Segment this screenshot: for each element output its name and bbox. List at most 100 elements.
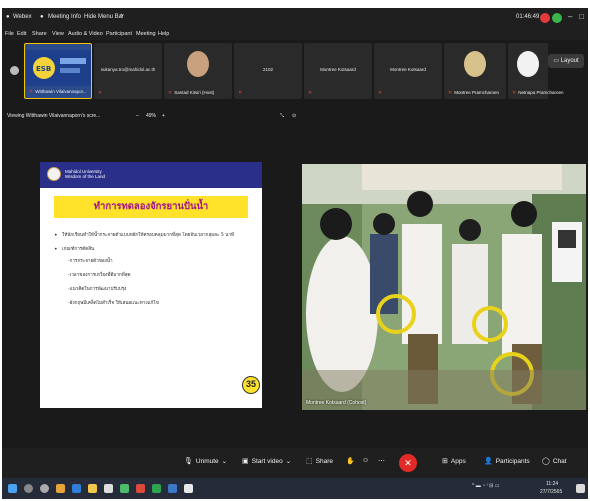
app-icon[interactable] [136,484,145,493]
participant-tile-montree-2[interactable]: Montree Kotsaard ✕ [374,43,442,99]
browser-icon[interactable] [56,484,65,493]
connection-status-icon[interactable] [552,13,562,23]
minimize-icon[interactable]: – [568,12,572,21]
mic-muted-icon: ✕ [238,90,243,96]
tray-icons[interactable]: ^ ▬ ◔ ⁾ ⊟ ▭ [472,483,499,489]
zoom-out-button[interactable]: – [136,113,139,119]
menu-file[interactable]: File [5,31,14,37]
taskbar: ^ ▬ ◔ ⁾ ⊟ ▭ 11:24 27/7/2565 [2,478,588,499]
participant-tile-santad[interactable]: ✕ Santad Kitsiri (Host) [164,43,232,99]
slide-university: Mahidol University Wisdom of the Land [65,169,105,179]
slide-body: ให้นักเรียนทำให้น้ำกระจายตัวแบบหยักให้คร… [54,232,254,308]
participant-mic-status: ✕ [238,90,244,96]
participant-name: Montree Kotsaard [320,67,356,72]
folder-icon[interactable] [88,484,97,493]
participant-tile-2102[interactable]: 2102 ✕ [234,43,302,99]
svg-text:ESB: ESB [36,65,51,73]
app-icon[interactable] [120,484,129,493]
participant-tile-netnapa[interactable]: ✕ Netnapa Pramcharoen [508,43,563,99]
webex-taskbar-icon[interactable] [168,484,177,493]
more-reactions-button[interactable]: ☺ [362,457,372,464]
notification-icon[interactable] [576,484,585,493]
chevron-down-icon[interactable]: ⌄ [286,458,291,465]
app-icon[interactable] [184,484,193,493]
participant-name: 2102 [262,67,273,72]
menu-help[interactable]: Help [158,31,169,37]
layout-button[interactable]: ▭ Layout [548,54,584,68]
close-icon: ✕ [404,458,412,468]
slide-bullet: ให้นักเรียนทำให้น้ำกระจายตัวแบบหยักให้คร… [54,232,254,240]
chevron-up-icon[interactable]: ^ [120,14,123,20]
university-subtitle: Wisdom of the Land [65,174,106,179]
avatar [464,51,486,77]
participant-tile-montree-1[interactable]: Montree Kotsaard ✕ [304,43,372,99]
app-icon[interactable] [152,484,161,493]
participants-button[interactable]: 👤 Participants [484,457,530,465]
participants-label: Participants [495,458,530,465]
more-options-button[interactable]: ⋯ [378,457,388,465]
chat-icon: ◯ [542,458,550,465]
slide-bullet: เกณฑ์การตัดสิน [54,246,254,254]
recording-icon[interactable] [540,13,550,23]
restore-icon[interactable]: □ [579,12,584,21]
menu-participant[interactable]: Participant [106,31,132,37]
participant-mic-status: ✕ [98,90,104,96]
menu-view[interactable]: View [52,31,64,37]
strip-prev-button[interactable] [10,66,19,75]
meeting-info-icon[interactable]: ● [40,14,44,20]
mic-muted-icon: ✕ [378,90,383,96]
university-logo-icon [47,167,61,181]
participant-tile-montree-pramcharoen[interactable]: ✕ Montree Pramcharoen [444,43,506,99]
task-view-icon[interactable] [40,484,49,493]
viewing-label: Viewing Witthawin Vilaivannaporn's scre.… [7,113,101,119]
mic-muted-icon: 🎙 [184,458,193,465]
chat-button[interactable]: ◯ Chat [542,457,567,465]
annotate-icon[interactable]: ⊙ [292,113,296,119]
layout-icon: ▭ [553,58,561,64]
start-icon[interactable] [8,484,17,493]
active-speaker-video[interactable]: Montree Kotsaard (Cohost) [302,164,586,410]
mic-muted-icon: ✕ [512,90,517,96]
participant-name: ✕ Netnapa Pramcharoen [512,90,564,96]
video-off-icon: ▣ [242,458,249,465]
apps-button[interactable]: ⊞ Apps [442,457,466,465]
clock-date: 27/7/2565 [540,489,563,495]
participant-tile-witthawin[interactable]: ESB ✕ Witthawin Vilaivannapor... [24,43,92,99]
meeting-controls: 🎙 Unmute ⌄ ▣ Start video ⌄ ⬚ Share ✋ ☺ ⋯ ✕ ⊞ A… [2,448,588,478]
share-button[interactable]: ⬚ Share [306,457,333,465]
menu-meeting[interactable]: Meeting [136,31,156,37]
person-icon: 👤 [484,458,493,465]
slide-page-number: 35 [242,376,260,394]
reactions-button[interactable]: ✋ [346,457,358,465]
expand-icon[interactable]: ⤡ [280,113,284,119]
menu-share[interactable]: Share [32,31,47,37]
avatar [187,51,209,77]
slide-sub-item: -เวลาของการเหวี่ยงที่ดีมากที่สุด [68,273,131,278]
unmute-label: Unmute [195,458,219,465]
screen: ● Webex ● Meeting Info Hide Menu Bar ^ 0… [0,0,590,501]
main-stage: Viewing Witthawin Vilaivannaporn's scre.… [2,102,588,448]
shared-screen-thumbnail: ESB [26,50,91,86]
menu-audio-video[interactable]: Audio & Video [68,31,103,37]
search-icon[interactable] [24,484,33,493]
apps-label: Apps [450,458,466,465]
avatar [517,51,539,77]
mic-muted-icon: ✕ [308,90,313,96]
store-icon[interactable] [104,484,113,493]
chevron-down-icon[interactable]: ⌄ [222,458,227,465]
edge-icon[interactable] [72,484,81,493]
participant-name: sukanya.tro@mahidol.ac.th [100,67,156,72]
zoom-in-button[interactable]: + [162,113,165,119]
meeting-info-button[interactable]: Meeting Info [48,14,81,20]
slide-sub-item: -การกระจายตัวของน้ำ [68,259,113,264]
chat-label: Chat [552,458,567,465]
menu-edit[interactable]: Edit [17,31,26,37]
participant-tile-sukanya[interactable]: sukanya.tro@mahidol.ac.th ✕ [94,43,162,99]
unmute-button[interactable]: 🎙 Unmute ⌄ [184,457,227,465]
leave-meeting-button[interactable]: ✕ [399,454,417,472]
slide-title: ทำการทดลองจักรยานปั่นน้ำ [54,196,248,218]
start-video-button[interactable]: ▣ Start video ⌄ [242,457,291,465]
share-icon: ⬚ [306,458,313,465]
hide-menu-bar-button[interactable]: Hide Menu Bar [84,14,124,20]
hand-icon: ✋ [346,458,355,465]
